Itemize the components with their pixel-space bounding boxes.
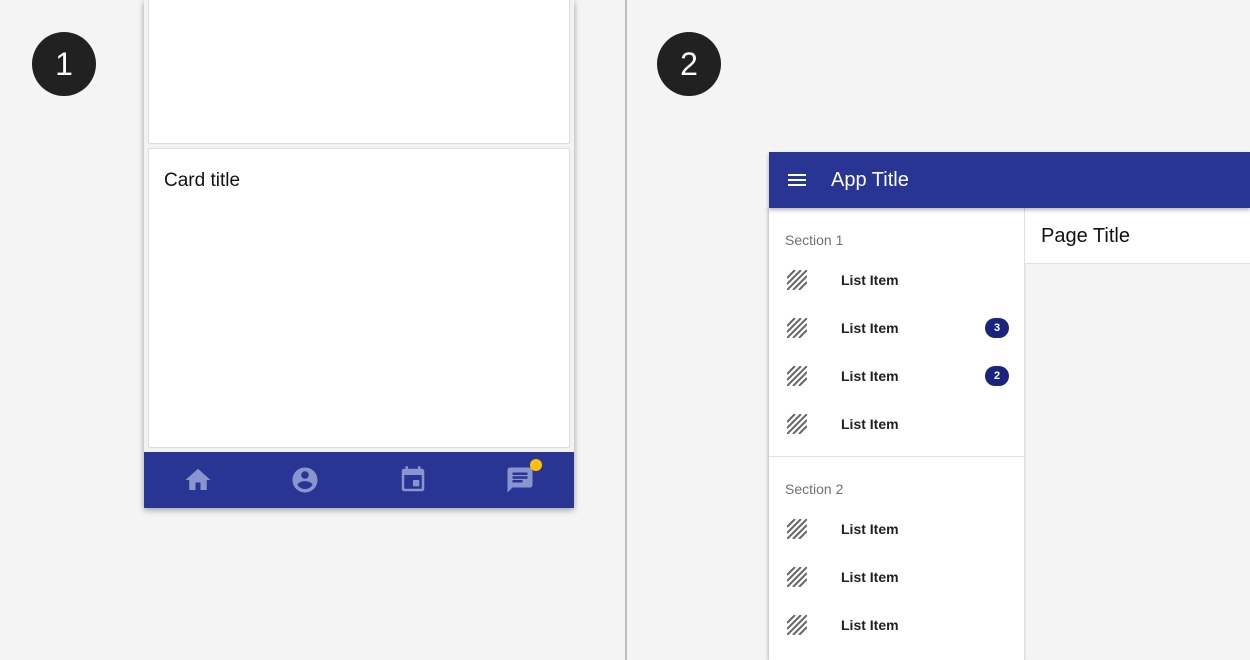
- app-title: App Title: [831, 168, 909, 191]
- drawer-list-item[interactable]: List Item: [769, 505, 1024, 553]
- notification-dot: [529, 459, 542, 471]
- placeholder-icon: [787, 414, 807, 434]
- placeholder-icon: [787, 318, 807, 338]
- step-number-badge: 2: [657, 32, 721, 96]
- drawer-list-item[interactable]: List Item: [769, 400, 1024, 448]
- count-badge: 3: [985, 318, 1009, 338]
- placeholder-icon: [787, 270, 807, 290]
- count-badge: 2: [985, 366, 1009, 386]
- main-content: Page Title: [1025, 208, 1250, 660]
- mobile-screen: Card title: [144, 0, 574, 508]
- step-number-badge: 1: [32, 32, 96, 96]
- nav-calendar-button[interactable]: [359, 452, 467, 508]
- card[interactable]: [148, 0, 570, 144]
- placeholder-icon: [787, 567, 807, 587]
- section-header: Section 2: [785, 481, 844, 497]
- nav-account-button[interactable]: [252, 452, 360, 508]
- drawer-list-item[interactable]: List Item 3: [769, 304, 1024, 352]
- list-item-label: List Item: [841, 521, 899, 537]
- page-header: Page Title: [1025, 208, 1250, 264]
- placeholder-icon: [787, 519, 807, 539]
- list-item-label: List Item: [841, 368, 899, 384]
- bottom-navigation: [144, 452, 574, 508]
- calendar-icon: [401, 466, 424, 492]
- chat-icon: [507, 467, 533, 493]
- section-header: Section 1: [785, 232, 844, 248]
- drawer-list-item[interactable]: List Item: [769, 256, 1024, 304]
- app-bar: App Title: [769, 152, 1250, 208]
- card[interactable]: Card title: [148, 148, 570, 448]
- nav-chat-button[interactable]: [467, 452, 575, 508]
- menu-button[interactable]: [769, 152, 825, 208]
- placeholder-icon: [787, 615, 807, 635]
- desktop-app: App Title Section 1 List Item List Item …: [769, 152, 1250, 660]
- drawer-list-item[interactable]: List Item 2: [769, 352, 1024, 400]
- drawer-list-item[interactable]: List Item: [769, 601, 1024, 649]
- list-item-label: List Item: [841, 416, 899, 432]
- nav-home-button[interactable]: [144, 452, 252, 508]
- page-title: Page Title: [1041, 225, 1130, 247]
- navigation-drawer: Section 1 List Item List Item 3 List Ite…: [769, 208, 1025, 660]
- account-circle-icon: [292, 467, 318, 493]
- placeholder-icon: [787, 366, 807, 386]
- panel-divider: [625, 0, 627, 660]
- home-icon: [185, 468, 211, 490]
- list-item-label: List Item: [841, 617, 899, 633]
- list-item-label: List Item: [841, 320, 899, 336]
- card-title: Card title: [164, 170, 241, 191]
- list-item-label: List Item: [841, 272, 899, 288]
- hamburger-menu-icon: [788, 174, 806, 186]
- list-item-label: List Item: [841, 569, 899, 585]
- drawer-list-item[interactable]: List Item: [769, 553, 1024, 601]
